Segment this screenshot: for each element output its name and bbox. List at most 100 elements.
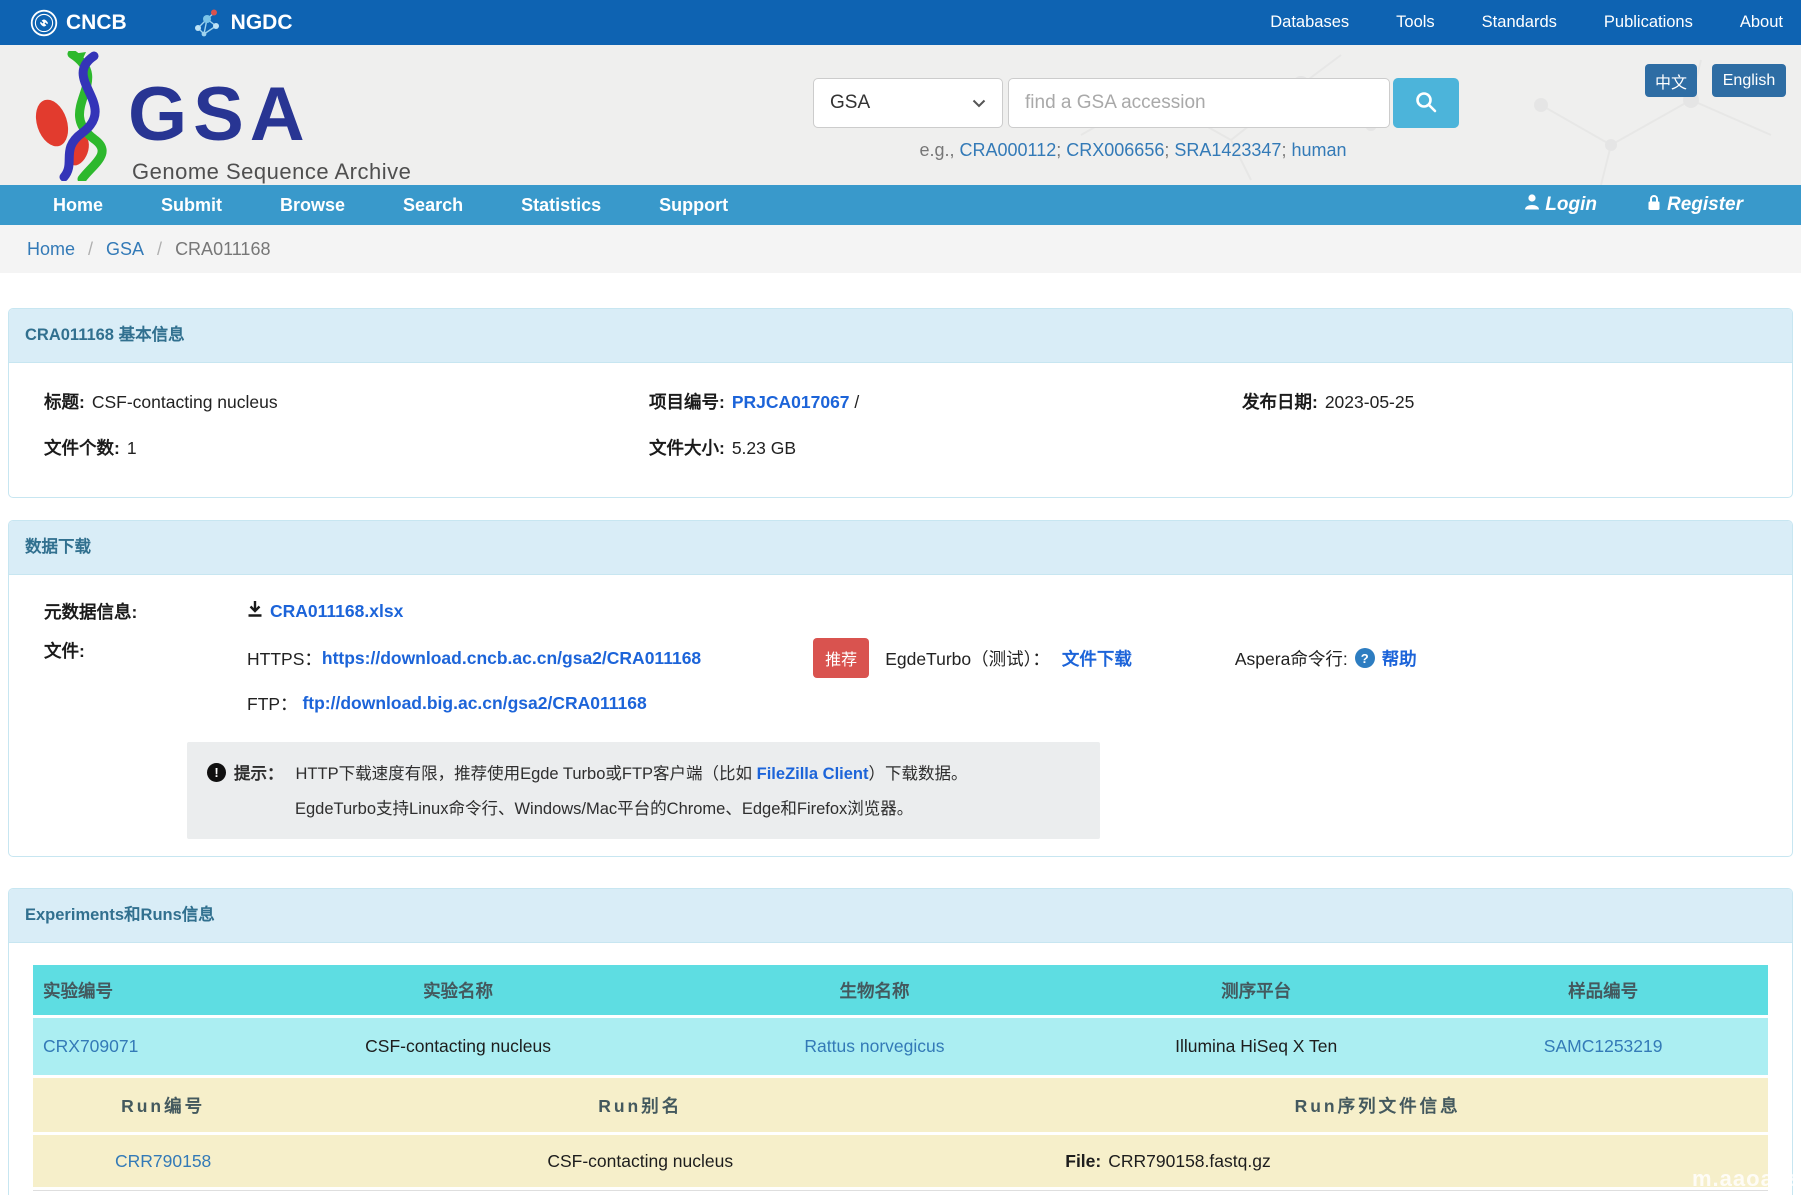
- col-header-sample-accession: 样品编号: [1438, 965, 1768, 1015]
- gsa-logo-subtitle: Genome Sequence Archive: [132, 159, 411, 185]
- basic-info-body: 标题: CSF-contacting nucleus 项目编号:PRJCA0170…: [9, 363, 1792, 460]
- nav-support[interactable]: Support: [630, 185, 757, 225]
- col-header-organism: 生物名称: [675, 965, 1074, 1015]
- file-count-field: 文件个数:1: [44, 435, 649, 460]
- organism-link[interactable]: Rattus norvegicus: [804, 1036, 944, 1057]
- example-sep: ;: [1056, 140, 1066, 160]
- top-bar: CNCB NGDC Databases Tools Standards Publ…: [0, 0, 1801, 45]
- top-menu: Databases Tools Standards Publications A…: [1270, 13, 1783, 32]
- project-field: 项目编号:PRJCA017067 /: [649, 389, 1242, 414]
- search-category-select[interactable]: GSA: [813, 78, 1003, 128]
- experiment-accession-link[interactable]: CRX709071: [43, 1036, 138, 1057]
- run-file-cell: File: CRR790158.fastq.gz: [987, 1135, 1768, 1187]
- cncb-brand[interactable]: CNCB: [30, 9, 127, 37]
- run-alias-cell: CSF-contacting nucleus: [293, 1135, 987, 1187]
- example-sep: ;: [1281, 140, 1291, 160]
- recommended-badge: 推荐: [813, 638, 869, 678]
- search-icon: [1414, 90, 1438, 117]
- language-en-button[interactable]: English: [1712, 64, 1786, 97]
- ftp-line: FTP： ftp://download.big.ac.cn/gsa2/CRA01…: [247, 691, 1757, 716]
- breadcrumb-home[interactable]: Home: [27, 239, 75, 260]
- files-links: HTTPS： https://download.cncb.ac.cn/gsa2/…: [247, 638, 1757, 716]
- run-table-header: Run编号 Run别名 Run序列文件信息: [33, 1078, 1768, 1132]
- example-link-cra[interactable]: CRA000112: [960, 140, 1057, 160]
- search-examples: e.g., CRA000112; CRX006656; SRA1423347; …: [783, 140, 1483, 161]
- project-suffix: /: [854, 392, 859, 412]
- topmenu-publications[interactable]: Publications: [1604, 13, 1693, 32]
- nav-statistics[interactable]: Statistics: [492, 185, 630, 225]
- https-line: HTTPS： https://download.cncb.ac.cn/gsa2/…: [247, 638, 1757, 678]
- experiment-row: CRX709071 CSF-contacting nucleus Rattus …: [33, 1018, 1768, 1075]
- help-question-icon[interactable]: ?: [1355, 648, 1375, 668]
- file-size-field: 文件大小:5.23 GB: [649, 435, 1242, 460]
- title-field: 标题: CSF-contacting nucleus: [44, 389, 649, 414]
- files-label: 文件:: [44, 638, 240, 663]
- topmenu-tools[interactable]: Tools: [1396, 13, 1435, 32]
- platform-cell: Illumina HiSeq X Ten: [1074, 1018, 1438, 1075]
- download-icon: [247, 600, 263, 623]
- run-file-name: CRR790158.fastq.gz: [1108, 1151, 1270, 1172]
- download-panel-title: 数据下载: [9, 521, 1792, 575]
- login-button[interactable]: Login: [1523, 193, 1597, 217]
- tip-text-1: HTTP下载速度有限，推荐使用Egde Turbo或FTP客户端（比如 File…: [296, 760, 968, 784]
- tip-label: 提示：: [234, 760, 284, 784]
- aspera-help-link[interactable]: 帮助: [1382, 646, 1417, 671]
- register-button[interactable]: Register: [1645, 193, 1743, 218]
- sample-accession-link[interactable]: SAMC1253219: [1544, 1036, 1663, 1057]
- file-count-value: 1: [127, 438, 137, 458]
- run-accession-link[interactable]: CRR790158: [115, 1151, 211, 1172]
- gsa-page: CNCB NGDC Databases Tools Standards Publ…: [0, 0, 1801, 1195]
- nav-submit[interactable]: Submit: [132, 185, 251, 225]
- search-button[interactable]: [1393, 78, 1459, 128]
- breadcrumb-gsa[interactable]: GSA: [106, 239, 144, 260]
- example-sep: ;: [1164, 140, 1174, 160]
- nav-search[interactable]: Search: [374, 185, 492, 225]
- ftp-download-link[interactable]: ftp://download.big.ac.cn/gsa2/CRA011168: [302, 693, 646, 714]
- cncb-brand-label: CNCB: [66, 11, 127, 35]
- egdeturbo-download-link[interactable]: 文件下载: [1062, 646, 1132, 671]
- language-zh-button[interactable]: 中文: [1645, 64, 1697, 97]
- file-size-value: 5.23 GB: [732, 438, 796, 458]
- breadcrumb: Home / GSA / CRA011168: [0, 225, 1801, 273]
- user-icon: [1523, 193, 1541, 217]
- col-header-experiment-accession: 实验编号: [33, 965, 241, 1015]
- ngdc-brand[interactable]: NGDC: [191, 8, 293, 38]
- download-tip-box: ! 提示： HTTP下载速度有限，推荐使用Egde Turbo或FTP客户端（比…: [187, 742, 1100, 839]
- https-download-link[interactable]: https://download.cncb.ac.cn/gsa2/CRA0111…: [322, 648, 701, 669]
- title-label: 标题:: [44, 392, 85, 412]
- title-value: CSF-contacting nucleus: [92, 392, 278, 412]
- release-date-field: 发布日期:2023-05-25: [1242, 389, 1757, 414]
- project-accession-link[interactable]: PRJCA017067: [732, 392, 850, 412]
- run-file-label: File:: [1065, 1151, 1101, 1172]
- breadcrumb-current: CRA011168: [175, 239, 270, 260]
- search-input[interactable]: [1008, 78, 1390, 128]
- basic-info-panel: CRA011168 基本信息 标题:CSF-contacting nucleus…: [8, 308, 1793, 498]
- example-link-sra[interactable]: SRA1423347: [1174, 140, 1281, 160]
- metadata-row: 元数据信息: CRA011168.xlsx: [44, 599, 1757, 624]
- gsa-logo-title[interactable]: GSA: [128, 77, 311, 153]
- lock-icon: [1645, 193, 1663, 218]
- cncb-logo-icon: [30, 9, 58, 37]
- login-label: Login: [1545, 194, 1597, 216]
- download-body: 元数据信息: CRA011168.xlsx 文件: HTTPS： https:/…: [9, 575, 1792, 839]
- basic-info-row-1: 标题: CSF-contacting nucleus 项目编号:PRJCA0170…: [44, 389, 1757, 414]
- main-nav: Home Submit Browse Search Statistics Sup…: [0, 185, 1801, 225]
- topmenu-databases[interactable]: Databases: [1270, 13, 1349, 32]
- search-category-value: GSA: [830, 92, 870, 114]
- topmenu-standards[interactable]: Standards: [1482, 13, 1557, 32]
- metadata-xlsx-link[interactable]: CRA011168.xlsx: [270, 601, 403, 622]
- filezilla-link[interactable]: FileZilla Client: [757, 765, 869, 783]
- files-row: 文件: HTTPS： https://download.cncb.ac.cn/g…: [44, 638, 1757, 716]
- example-link-human[interactable]: human: [1291, 140, 1346, 160]
- table-cutoff-strip: [33, 1190, 1768, 1195]
- breadcrumb-separator: /: [88, 239, 93, 260]
- aspera-area: Aspera命令行: ? 帮助: [1235, 646, 1417, 671]
- breadcrumb-separator: /: [157, 239, 162, 260]
- topmenu-about[interactable]: About: [1740, 13, 1783, 32]
- nav-browse[interactable]: Browse: [251, 185, 374, 225]
- example-link-crx[interactable]: CRX006656: [1066, 140, 1164, 160]
- gsa-dna-logo-icon[interactable]: [30, 51, 132, 186]
- tip-text-2: EgdeTurbo支持Linux命令行、Windows/Mac平台的Chrome…: [295, 795, 1080, 819]
- aspera-label: Aspera命令行:: [1235, 646, 1348, 671]
- nav-home[interactable]: Home: [24, 185, 132, 225]
